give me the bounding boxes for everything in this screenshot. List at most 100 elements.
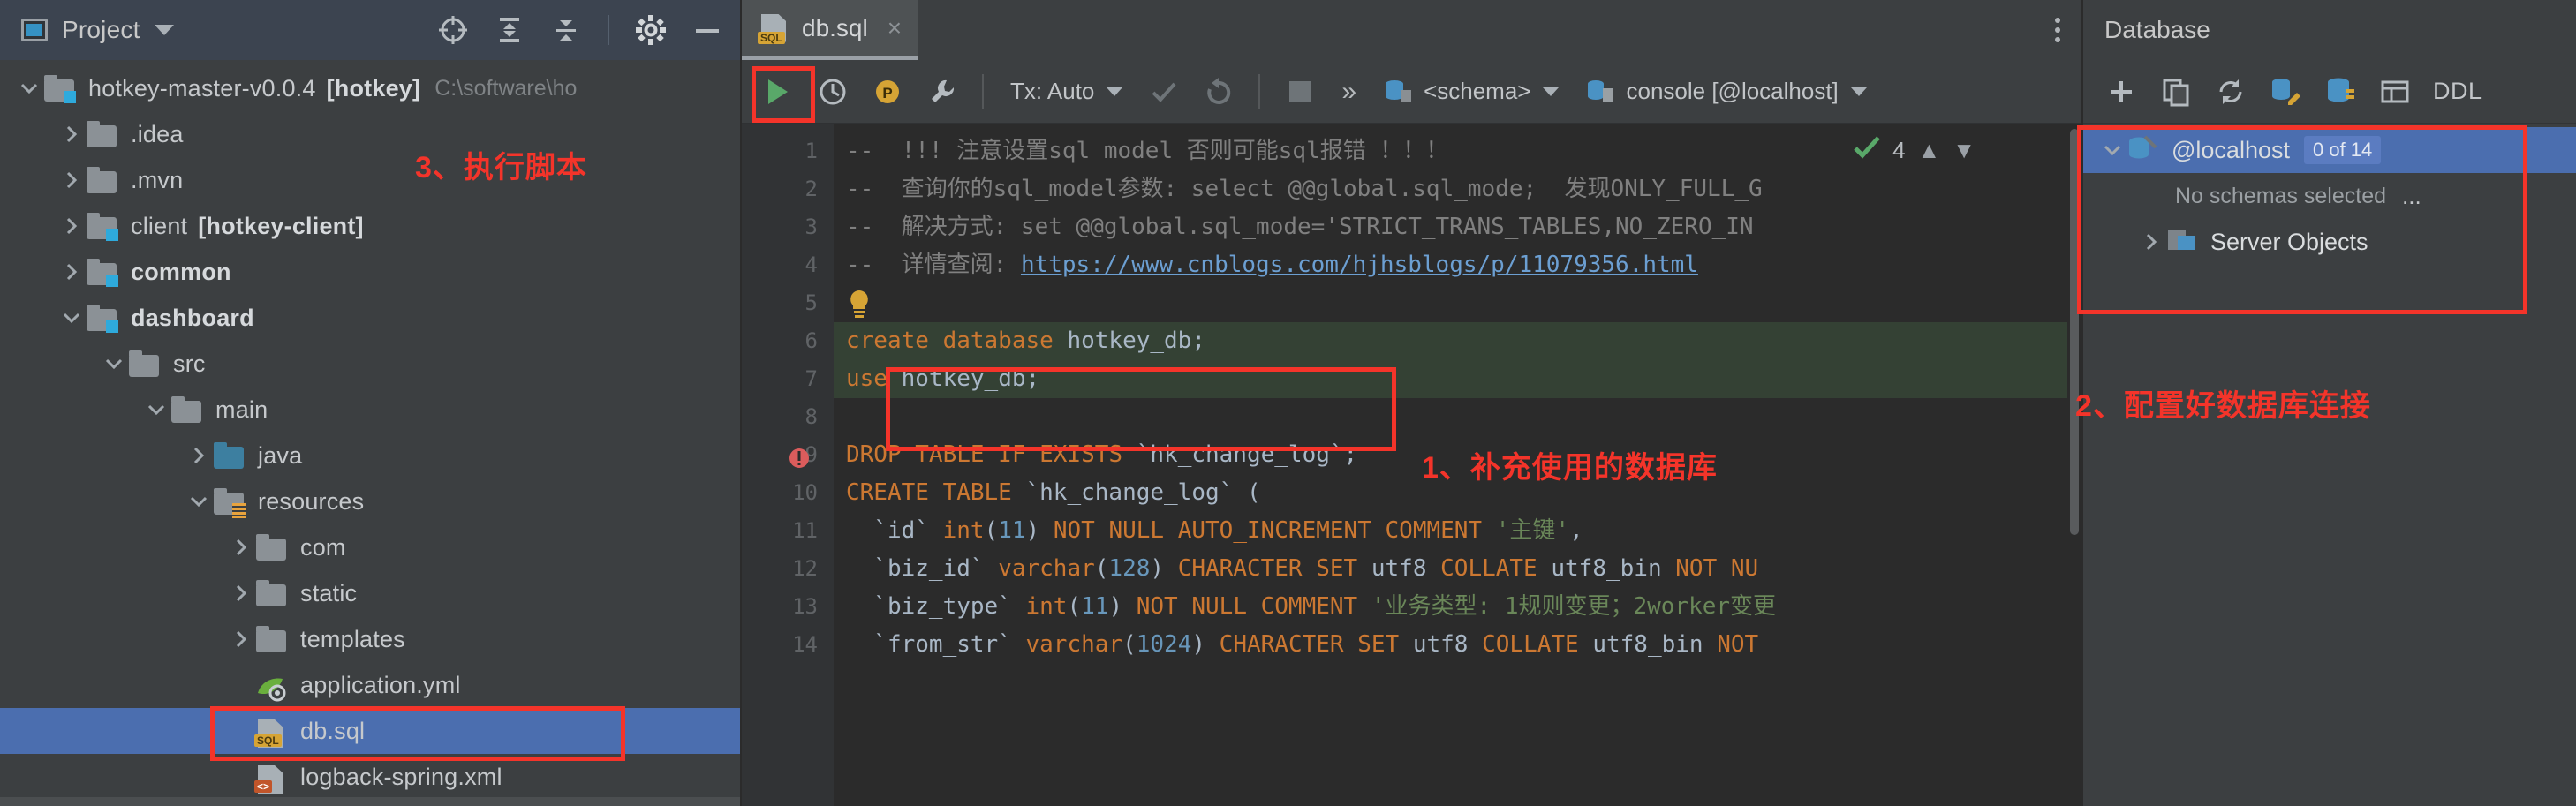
ddl-button[interactable]: DDL bbox=[2433, 78, 2482, 105]
chevron-down-icon[interactable] bbox=[184, 490, 214, 513]
minimize-icon[interactable] bbox=[692, 15, 722, 45]
tree-item-resources[interactable]: resources bbox=[0, 478, 740, 524]
close-icon[interactable]: × bbox=[888, 15, 902, 41]
anno-run-script: 3、执行脚本 bbox=[415, 151, 587, 185]
transaction-mode-combo[interactable]: Tx: Auto bbox=[996, 67, 1137, 117]
editor-vertical-scrollbar[interactable] bbox=[2067, 124, 2081, 806]
rollback-button[interactable] bbox=[1191, 67, 1246, 117]
code-token: hotkey_db; bbox=[901, 365, 1040, 392]
tree-item-src[interactable]: src bbox=[0, 341, 740, 387]
tree-item-logback-spring.xml[interactable]: <> logback-spring.xml bbox=[0, 754, 740, 800]
stop-button[interactable] bbox=[1273, 67, 1327, 117]
code-line[interactable] bbox=[834, 398, 2081, 436]
tree-item-label: main bbox=[215, 395, 268, 423]
tree-item-com[interactable]: com bbox=[0, 524, 740, 570]
chevron-down-icon[interactable] bbox=[2097, 139, 2127, 162]
code-line[interactable] bbox=[834, 284, 2081, 322]
tree-item-.idea[interactable]: .idea bbox=[0, 111, 740, 157]
code-editor[interactable]: 1 2 3 4 5 6 7 8 9 10 11 12 13 14 -- !!! 注意设置sql model… bbox=[742, 124, 2081, 806]
toolbar-overflow-icon[interactable]: » bbox=[1327, 77, 1371, 107]
console-selector[interactable]: console [@localhost] bbox=[1573, 67, 1880, 117]
chevron-right-icon[interactable] bbox=[226, 628, 256, 651]
code-line[interactable]: -- 详情查阅: https://www.cnblogs.com/hjhsblo… bbox=[834, 246, 2081, 284]
chevron-up-icon[interactable]: ▲ bbox=[1918, 137, 1941, 164]
chevron-down-icon[interactable] bbox=[154, 25, 174, 35]
tree-item-hotkey-master-v0.0.4[interactable]: hotkey-master-v0.0.4 [hotkey] C:\software\… bbox=[0, 65, 740, 111]
db-tree-item-noschemasselected[interactable]: No schemas selected... bbox=[2083, 173, 2576, 219]
schema-selector[interactable]: <schema> bbox=[1371, 67, 1573, 117]
tree-item-dashboard[interactable]: dashboard bbox=[0, 295, 740, 341]
line-number: 12 bbox=[792, 556, 818, 581]
more-options-icon[interactable] bbox=[2055, 18, 2060, 42]
code-line[interactable]: -- 查询你的sql_model参数: select @@global.sql_… bbox=[834, 170, 2081, 208]
chevron-right-icon[interactable] bbox=[57, 169, 87, 192]
chevron-down-icon[interactable] bbox=[14, 77, 44, 100]
intention-bulb-icon[interactable] bbox=[846, 289, 873, 319]
chevron-down-icon[interactable]: ▼ bbox=[1953, 137, 1975, 164]
code-line[interactable]: `biz_id` varchar(128) CHARACTER SET utf8… bbox=[834, 550, 2081, 588]
schema-selector-ellipsis[interactable]: ... bbox=[2402, 183, 2421, 210]
tools-wrench-icon[interactable] bbox=[915, 67, 970, 117]
chevron-down-icon[interactable] bbox=[141, 398, 171, 421]
tree-item-label: .mvn bbox=[131, 166, 184, 193]
project-file-tree[interactable]: hotkey-master-v0.0.4 [hotkey] C:\software\… bbox=[0, 60, 740, 806]
code-token: ) bbox=[1150, 555, 1178, 582]
commit-button[interactable] bbox=[1137, 67, 1191, 117]
code-line[interactable]: create database hotkey_db; bbox=[834, 322, 2081, 360]
run-button[interactable] bbox=[751, 67, 805, 117]
edit-source-icon[interactable] bbox=[2260, 68, 2311, 116]
tree-item-templates[interactable]: templates bbox=[0, 616, 740, 662]
project-horizontal-scrollbar[interactable] bbox=[0, 797, 740, 806]
tree-item-main[interactable]: main bbox=[0, 387, 740, 433]
db-tree-item-serverobjects[interactable]: Server Objects bbox=[2083, 219, 2576, 265]
code-token: utf8 bbox=[1412, 631, 1483, 658]
gear-icon[interactable] bbox=[636, 15, 666, 45]
code-token: NOT NULL AUTO_INCREMENT COMMENT bbox=[1053, 517, 1496, 544]
code-line[interactable]: use hotkey_db; bbox=[834, 360, 2081, 398]
duplicate-icon[interactable] bbox=[2150, 68, 2202, 116]
grid-table-icon[interactable] bbox=[2369, 68, 2421, 116]
line-number: 13 bbox=[792, 594, 818, 619]
toolbar-divider bbox=[608, 15, 609, 45]
history-icon[interactable] bbox=[805, 67, 860, 117]
tree-item-label: static bbox=[300, 579, 358, 606]
tree-item-label: application.yml bbox=[300, 671, 461, 698]
tree-item-static[interactable]: static bbox=[0, 570, 740, 616]
editor-tab-db-sql[interactable]: SQL db.sql × bbox=[742, 0, 918, 60]
code-line[interactable]: `biz_type` int(11) NOT NULL COMMENT '业务类… bbox=[834, 588, 2081, 626]
inspection-count: 4 bbox=[1892, 137, 1906, 163]
project-tool-window: Project hotkey-master-v0.0.4 [hotkey] C:… bbox=[0, 0, 742, 806]
inspections-ok-icon bbox=[1854, 136, 1880, 165]
chevron-right-icon[interactable] bbox=[57, 123, 87, 146]
chevron-right-icon[interactable] bbox=[226, 536, 256, 559]
database-layers-icon[interactable] bbox=[2315, 68, 2366, 116]
expand-all-icon[interactable] bbox=[495, 15, 525, 45]
inspection-widget[interactable]: 4 ▲ ▼ bbox=[1854, 136, 1975, 165]
refresh-icon[interactable] bbox=[2205, 68, 2256, 116]
chevron-right-icon[interactable] bbox=[57, 260, 87, 283]
error-marker-icon[interactable] bbox=[788, 444, 811, 468]
tree-item-java[interactable]: java bbox=[0, 433, 740, 478]
tree-item-application.yml[interactable]: application.yml bbox=[0, 662, 740, 708]
chevron-right-icon[interactable] bbox=[57, 215, 87, 237]
collapse-all-icon[interactable] bbox=[551, 15, 581, 45]
tree-item-db.sql[interactable]: SQL db.sql bbox=[0, 708, 740, 754]
db-tree-item-localhost[interactable]: @localhost 0 of 14 bbox=[2083, 127, 2576, 173]
chevron-right-icon[interactable] bbox=[226, 582, 256, 605]
database-toolbar: DDL bbox=[2083, 60, 2576, 124]
tree-item-common[interactable]: common bbox=[0, 249, 740, 295]
tree-item-.mvn[interactable]: .mvn bbox=[0, 157, 740, 203]
chevron-down-icon[interactable] bbox=[57, 306, 87, 329]
profile-icon[interactable]: P bbox=[860, 67, 915, 117]
xml-file-icon: <> bbox=[254, 762, 290, 794]
add-icon[interactable] bbox=[2096, 68, 2147, 116]
tree-item-client[interactable]: client [hotkey-client] bbox=[0, 203, 740, 249]
locate-target-icon[interactable] bbox=[438, 15, 468, 45]
chevron-down-icon[interactable] bbox=[99, 352, 129, 375]
chevron-right-icon[interactable] bbox=[184, 444, 214, 467]
database-tree[interactable]: @localhost 0 of 14 No schemas selected... S… bbox=[2083, 124, 2576, 806]
code-line[interactable]: -- 解决方式: set @@global.sql_mode='STRICT_T… bbox=[834, 208, 2081, 246]
code-line[interactable]: `id` int(11) NOT NULL AUTO_INCREMENT COM… bbox=[834, 512, 2081, 550]
chevron-right-icon[interactable] bbox=[2136, 230, 2166, 253]
code-line[interactable]: `from_str` varchar(1024) CHARACTER SET u… bbox=[834, 626, 2081, 664]
